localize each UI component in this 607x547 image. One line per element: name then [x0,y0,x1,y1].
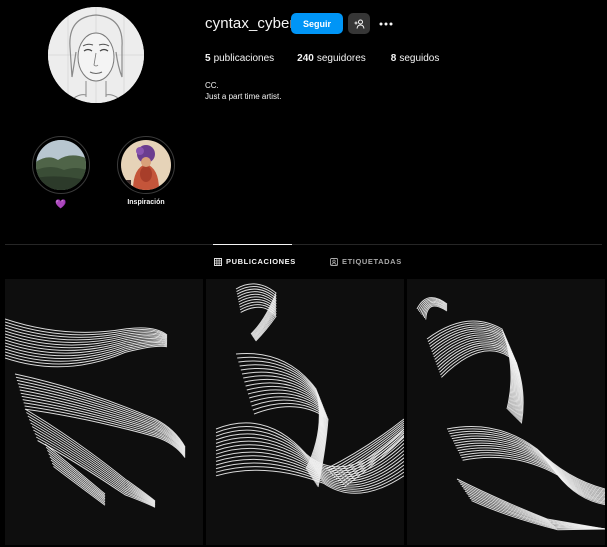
more-horizontal-icon [379,22,393,25]
hand-line-art [5,279,203,545]
post-thumbnail-2[interactable] [206,279,404,545]
profile-username: cyntax_cyber [205,15,295,32]
following-count-value: 8 [390,53,397,64]
landscape-thumbnail [36,140,86,190]
tab-tagged-label: ETIQUETADAS [342,257,402,266]
figure-line-art [206,279,404,545]
avatar-sketch [48,7,144,103]
tab-tagged[interactable]: ETIQUETADAS [330,257,402,266]
person-add-icon [354,19,364,29]
profile-stats: 5 publicaciones 240 seguidores 8 seguido… [205,53,439,64]
posts-count: 5 publicaciones [205,53,274,64]
face-line-art [407,279,605,545]
following-link[interactable]: 8 seguidos [391,53,440,64]
grid-icon [214,257,222,266]
active-tab-indicator [213,244,292,245]
bio-text: Just a part time artist. [205,92,282,101]
bio-name: CC. [205,81,219,90]
story-highlight-2-label: Inspiración [127,199,165,206]
followers-link[interactable]: 240 seguidores [297,53,366,64]
following-count-label: seguidos [399,53,440,64]
post-thumbnail-3[interactable] [407,279,605,545]
posts-count-label: publicaciones [213,53,275,64]
tabs-divider [5,244,602,245]
profile-avatar[interactable] [48,7,144,103]
followers-count-label: seguidores [316,53,366,64]
followers-count-value: 240 [297,53,314,64]
artwork-thumbnail [121,140,171,190]
post-thumbnail-1[interactable] [5,279,203,545]
tab-posts-label: PUBLICACIONES [226,257,296,266]
story-highlight-1[interactable] [32,136,90,194]
tagged-icon [330,257,338,266]
suggest-accounts-button[interactable] [348,13,370,34]
posts-count-value: 5 [205,53,211,64]
story-highlight-2[interactable] [117,136,175,194]
follow-button[interactable]: Seguir [291,13,343,34]
story-highlight-1-label: 💜 [55,199,67,209]
tab-posts[interactable]: PUBLICACIONES [214,257,296,266]
more-options-button[interactable] [376,13,396,34]
